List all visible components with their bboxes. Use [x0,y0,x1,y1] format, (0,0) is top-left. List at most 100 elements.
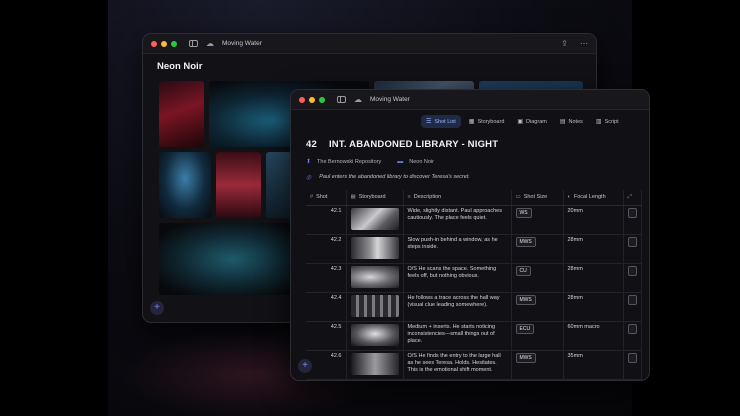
scene-mood[interactable]: Neon Noir [409,159,434,165]
shot-description[interactable]: O/S He finds the entry to the large hall… [403,350,512,380]
column-header-description[interactable]: ≡ Description [403,190,512,206]
tab-shot-list[interactable]: ☰ Shot List [421,115,461,128]
shot-description[interactable]: Wide, slightly distant. Paul approaches … [403,205,512,235]
close-button[interactable] [151,40,157,47]
shot-number: 42.2 [306,234,347,264]
shot-list-table: # Shot ▦ Storyboard ≡ Description ▭ Shot Siz… [306,190,642,380]
scene-summary-row: ◎ Paul enters the abandoned library to d… [306,174,470,181]
shot-description[interactable]: O/S He scans the space. Something feels … [403,263,512,293]
storyboard-thumbnail[interactable] [350,294,399,317]
scene-heading: 42 INT. ABANDONED LIBRARY - NIGHT [306,139,498,150]
scene-meta: ⬆ The Bernowski Repository ▬ Neon Noir [306,158,434,166]
table-row[interactable]: 42.4 He follows a trace across the hall … [306,292,642,322]
sidebar-icon[interactable] [337,96,346,103]
mood-image[interactable] [266,152,291,218]
tab-label: Storyboard [477,118,505,125]
focal-length[interactable]: 28mm [563,292,624,322]
script-icon: ▥ [595,119,602,125]
focal-length[interactable]: 60mm macro [563,321,624,351]
cloud-icon[interactable]: ☁ [354,95,362,104]
info-icon: ◎ [306,175,312,181]
mood-image[interactable] [216,152,261,218]
tab-script[interactable]: ▥ Script [591,115,624,128]
tab-notes[interactable]: ▤ Notes [555,115,588,128]
shot-description[interactable]: Medium + inserts. He starts noticing inc… [403,321,512,351]
shot-description[interactable]: He follows a trace across the hall way (… [403,292,512,322]
cloud-icon[interactable]: ☁ [206,39,214,48]
gallery-title: Neon Noir [157,61,203,72]
mood-image[interactable] [159,152,211,218]
window-title: Moving Water [370,96,410,103]
mood-image[interactable] [159,223,291,295]
storyboard-thumbnail[interactable] [350,207,399,230]
diagram-icon: ▣ [517,119,524,125]
extra-cell[interactable] [627,207,637,218]
sidebar-icon[interactable] [189,40,198,47]
table-row[interactable]: 42.6 O/S He finds the entry to the large… [306,350,642,380]
storyboard-thumbnail[interactable] [350,323,399,346]
storyboard-icon: ▦ [468,119,475,125]
minimize-button[interactable] [161,40,167,47]
focal-length[interactable]: 20mm [563,205,624,235]
focal-length[interactable]: 35mm [563,350,624,380]
table-row[interactable]: 42.5 Medium + inserts. He starts noticin… [306,321,642,351]
shot-list-window: ☁ Moving Water ☰ Shot List ▦ Storyboard … [290,89,650,381]
shot-number: 42.6 [306,350,347,380]
shot-description[interactable]: Slow push-in behind a window, as he step… [403,234,512,264]
window-controls [151,40,177,47]
focal-length[interactable]: 28mm [563,263,624,293]
view-tabs: ☰ Shot List ▦ Storyboard ▣ Diagram ▤ Not… [421,115,624,128]
tab-label: Notes [568,118,583,125]
table-row[interactable]: 42.2 Slow push-in behind a window, as he… [306,234,642,264]
shot-size-badge[interactable]: ECU [515,323,535,334]
extra-cell[interactable] [627,294,637,305]
share-icon[interactable]: ⇪ [561,39,568,48]
shot-number: 42.4 [306,292,347,322]
close-button[interactable] [299,96,305,103]
add-shot-button[interactable]: + [298,359,312,373]
table-row[interactable]: 42.1 Wide, slightly distant. Paul approa… [306,205,642,235]
table-header: # Shot ▦ Storyboard ≡ Description ▭ Shot Siz… [306,190,642,206]
shot-size-badge[interactable]: MWS [515,236,536,247]
location-icon: ⬆ [306,159,312,165]
shot-size-badge[interactable]: WS [515,207,532,218]
scene-summary[interactable]: Paul enters the abandoned library to dis… [319,174,470,181]
extra-cell[interactable] [627,236,637,247]
list-icon: ☰ [426,119,432,125]
column-header-more[interactable]: ⤢ [623,190,642,206]
zoom-button[interactable] [171,40,177,47]
zoom-button[interactable] [319,96,325,103]
mood-image[interactable] [159,81,204,147]
title-bar: ☁ Moving Water ⇪ ⋯ [143,34,596,54]
tab-label: Diagram [526,118,547,125]
column-header-shot-size[interactable]: ▭ Shot Size [511,190,564,206]
more-icon[interactable]: ⋯ [580,39,588,48]
table-row[interactable]: 42.3 O/S He scans the space. Something f… [306,263,642,293]
extra-cell[interactable] [627,265,637,276]
scene-location[interactable]: The Bernowski Repository [317,159,381,165]
shot-size-badge[interactable]: CU [515,265,531,276]
shot-number: 42.1 [306,205,347,235]
add-button[interactable]: + [150,301,164,315]
mood-icon: ▬ [397,158,404,165]
scene-title[interactable]: INT. ABANDONED LIBRARY - NIGHT [329,139,498,150]
column-header-storyboard[interactable]: ▦ Storyboard [346,190,404,206]
title-bar: ☁ Moving Water [291,90,649,110]
window-controls [299,96,325,103]
tab-storyboard[interactable]: ▦ Storyboard [464,115,510,128]
extra-cell[interactable] [627,323,637,334]
tab-label: Script [604,118,619,125]
minimize-button[interactable] [309,96,315,103]
shot-size-badge[interactable]: MWS [515,352,536,363]
storyboard-thumbnail[interactable] [350,352,399,375]
tab-diagram[interactable]: ▣ Diagram [512,115,551,128]
storyboard-thumbnail[interactable] [350,265,399,288]
storyboard-thumbnail[interactable] [350,236,399,259]
extra-cell[interactable] [627,352,637,363]
shot-size-badge[interactable]: MWS [515,294,536,305]
window-title: Moving Water [222,40,262,47]
focal-length[interactable]: 28mm [563,234,624,264]
shot-number: 42.3 [306,263,347,293]
column-header-focal-length[interactable]: ◐ Focal Length [563,190,624,206]
column-header-shot[interactable]: # Shot [306,190,347,206]
